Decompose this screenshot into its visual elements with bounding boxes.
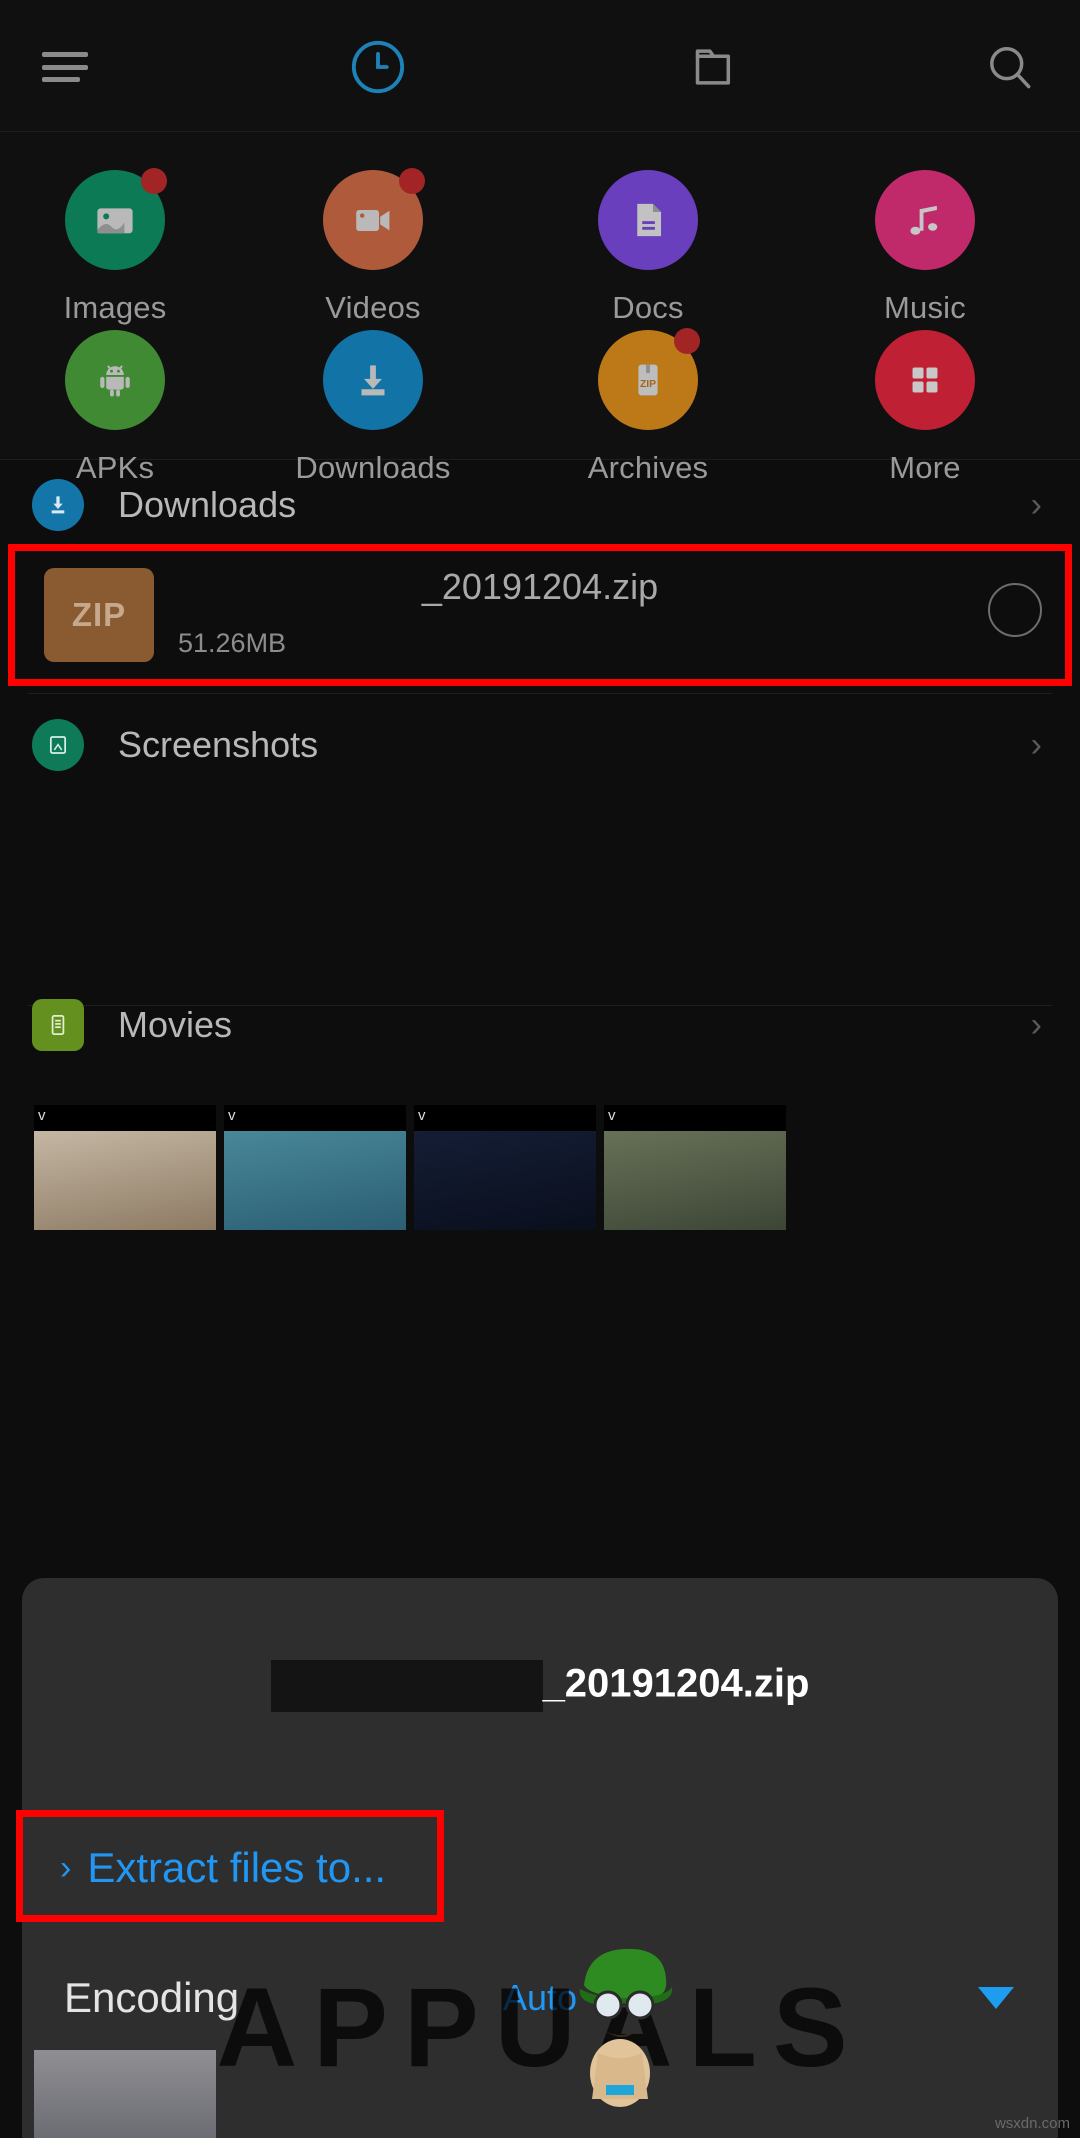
list-item-label: Screenshots bbox=[118, 724, 319, 765]
chevron-right-icon: › bbox=[1030, 486, 1042, 524]
category-grid: Images Videos Docs Music APKs Downloads … bbox=[0, 132, 1080, 485]
watermark-url: wsxdn.com bbox=[994, 2115, 1070, 2132]
thumbnail-marker: v bbox=[608, 1107, 616, 1124]
music-note-icon bbox=[875, 170, 975, 270]
divider bbox=[28, 693, 1052, 694]
badge-dot bbox=[674, 328, 700, 354]
sheet-file-title: _20191204.zip bbox=[22, 1660, 1058, 1712]
thumbnail-letterbox bbox=[224, 1105, 406, 1131]
download-icon bbox=[323, 330, 423, 430]
extract-files-to-label: Extract files to... bbox=[87, 1844, 387, 1891]
badge-dot bbox=[141, 168, 167, 194]
file-manager-screen: Images Videos Docs Music APKs Downloads … bbox=[0, 0, 1080, 2138]
file-size: 51.26MB bbox=[178, 628, 287, 658]
video-thumbnail-2[interactable]: v bbox=[224, 1105, 406, 1230]
thumbnail-marker: v bbox=[228, 1107, 236, 1124]
screenshot-icon bbox=[32, 719, 84, 771]
redaction-bar bbox=[270, 1660, 543, 1712]
document-icon bbox=[598, 170, 698, 270]
hamburger-lines bbox=[42, 52, 88, 82]
thumbnail-letterbox bbox=[414, 1105, 596, 1131]
movie-thumbnail-strip: v v v v bbox=[0, 1105, 1080, 1230]
folder-icon[interactable] bbox=[680, 32, 750, 102]
badge-dot bbox=[399, 168, 425, 194]
thumbnail-marker: v bbox=[38, 1107, 46, 1124]
thumbnail-letterbox bbox=[34, 1105, 216, 1131]
zip-file-icon: ZIP bbox=[598, 328, 700, 430]
list-item-downloads[interactable]: Downloads › bbox=[0, 460, 1080, 550]
encoding-row[interactable]: Encoding Auto bbox=[22, 1950, 1058, 2046]
thumbnail-marker: v bbox=[418, 1107, 426, 1124]
encoding-label: Encoding bbox=[64, 1974, 240, 2021]
chevron-right-icon: › bbox=[60, 1849, 72, 1887]
list-item-movies[interactable]: Movies › bbox=[0, 980, 1080, 1070]
video-thumbnail-1[interactable]: v bbox=[34, 1105, 216, 1230]
search-icon[interactable] bbox=[975, 32, 1045, 102]
category-docs[interactable]: Docs bbox=[533, 170, 763, 326]
list-item-label: Movies bbox=[118, 1004, 233, 1045]
thumbnail-letterbox bbox=[604, 1105, 786, 1131]
chevron-right-icon: › bbox=[1030, 1006, 1042, 1044]
download-circle-icon bbox=[32, 479, 84, 531]
category-label: Images bbox=[63, 290, 167, 325]
video-icon bbox=[323, 168, 425, 270]
top-app-bar bbox=[0, 0, 1080, 132]
category-label: Videos bbox=[325, 290, 421, 325]
file-select-checkbox[interactable] bbox=[988, 583, 1042, 637]
category-videos[interactable]: Videos bbox=[258, 168, 488, 326]
sheet-file-name: _20191204.zip bbox=[542, 1661, 810, 1706]
category-images[interactable]: Images bbox=[0, 168, 230, 326]
extract-files-to-button[interactable]: › Extract files to... bbox=[22, 1822, 1058, 1914]
category-music[interactable]: Music bbox=[810, 170, 1040, 326]
clock-icon[interactable] bbox=[343, 32, 413, 102]
chevron-right-icon: › bbox=[1030, 726, 1042, 764]
grid-icon bbox=[875, 330, 975, 430]
category-label: Docs bbox=[612, 290, 684, 325]
partial-thumbnail-bottom bbox=[34, 2050, 216, 2138]
image-icon bbox=[65, 168, 167, 270]
svg-text:ZIP: ZIP bbox=[640, 379, 656, 390]
category-label: Music bbox=[884, 290, 966, 325]
android-icon bbox=[65, 330, 165, 430]
movies-icon bbox=[32, 999, 84, 1051]
video-thumbnail-4[interactable]: v bbox=[604, 1105, 786, 1230]
list-item-screenshots[interactable]: Screenshots › bbox=[0, 700, 1080, 790]
video-thumbnail-3[interactable]: v bbox=[414, 1105, 596, 1230]
list-item-zip-file[interactable]: ZIP _20191204.zip 51.26MB bbox=[0, 550, 1080, 680]
list-item-label: Downloads bbox=[118, 484, 297, 525]
caret-down-icon[interactable] bbox=[978, 1987, 1014, 2009]
file-name: _20191204.zip bbox=[421, 566, 659, 607]
hamburger-menu-icon[interactable] bbox=[30, 32, 100, 102]
